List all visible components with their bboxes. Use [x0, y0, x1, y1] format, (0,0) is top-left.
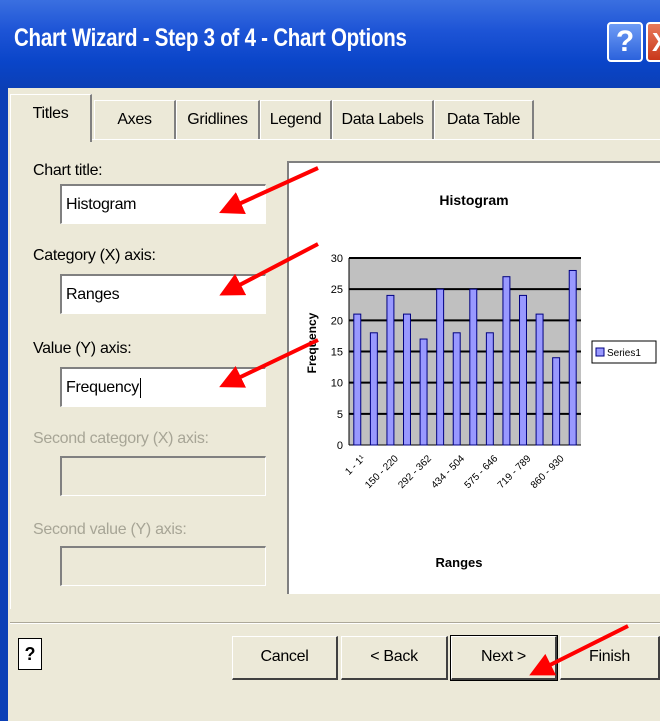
annotation-arrow-category — [219, 242, 319, 296]
annotation-arrow-title — [219, 166, 319, 214]
annotation-arrow-value — [219, 338, 319, 388]
annotation-arrows — [219, 166, 629, 676]
tab-titles[interactable]: Titles — [10, 94, 92, 142]
annotation-arrow-next — [529, 624, 629, 676]
